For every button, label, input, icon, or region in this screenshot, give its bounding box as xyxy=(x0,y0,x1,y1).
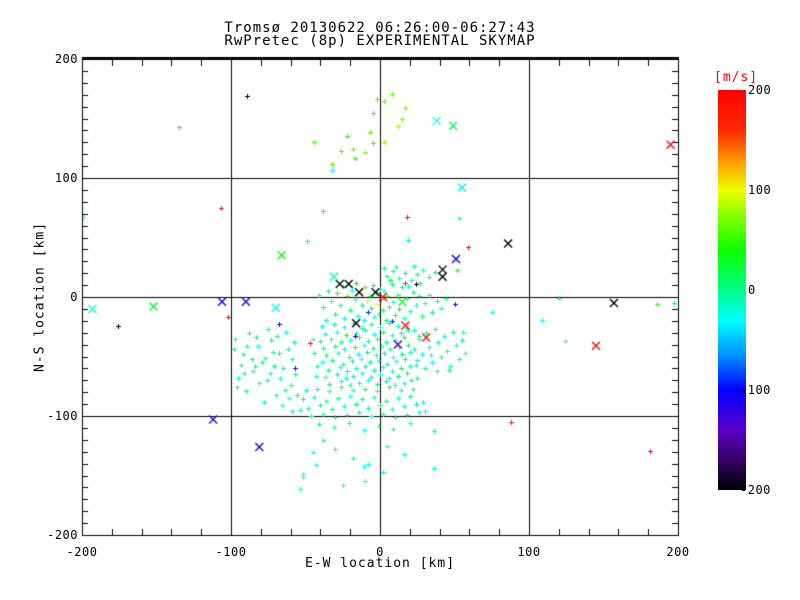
plot-title-line2: RwPretec (8p) EXPERIMENTAL SKYMAP xyxy=(224,33,536,49)
colorbar-tick-label: 0 xyxy=(748,283,756,297)
plot-title-block: Tromsø 20130622 06:26:00-06:27:43 RwPret… xyxy=(224,21,536,49)
y-tick-label: 100 xyxy=(54,171,78,185)
x-tick-label: -200 xyxy=(66,545,98,559)
colorbar-tick-label: 200 xyxy=(748,83,772,97)
y-tick-label: -100 xyxy=(47,409,78,423)
colorbar-tick-label: -100 xyxy=(740,383,771,397)
skymap-canvas xyxy=(0,0,800,600)
x-tick-label: 0 xyxy=(376,545,384,559)
colorbar-tick-label: -200 xyxy=(740,483,771,497)
y-tick-label: 0 xyxy=(70,290,78,304)
skymap-page: Tromsø 20130622 06:26:00-06:27:43 RwPret… xyxy=(0,0,800,600)
x-tick-label: 100 xyxy=(517,545,541,559)
y-tick-label: -200 xyxy=(47,528,78,542)
x-tick-label: -100 xyxy=(215,545,247,559)
colorbar-gradient xyxy=(718,90,746,490)
x-tick-label: 200 xyxy=(666,545,690,559)
colorbar-tick-label: 100 xyxy=(748,183,772,197)
y-tick-label: 200 xyxy=(54,52,78,66)
